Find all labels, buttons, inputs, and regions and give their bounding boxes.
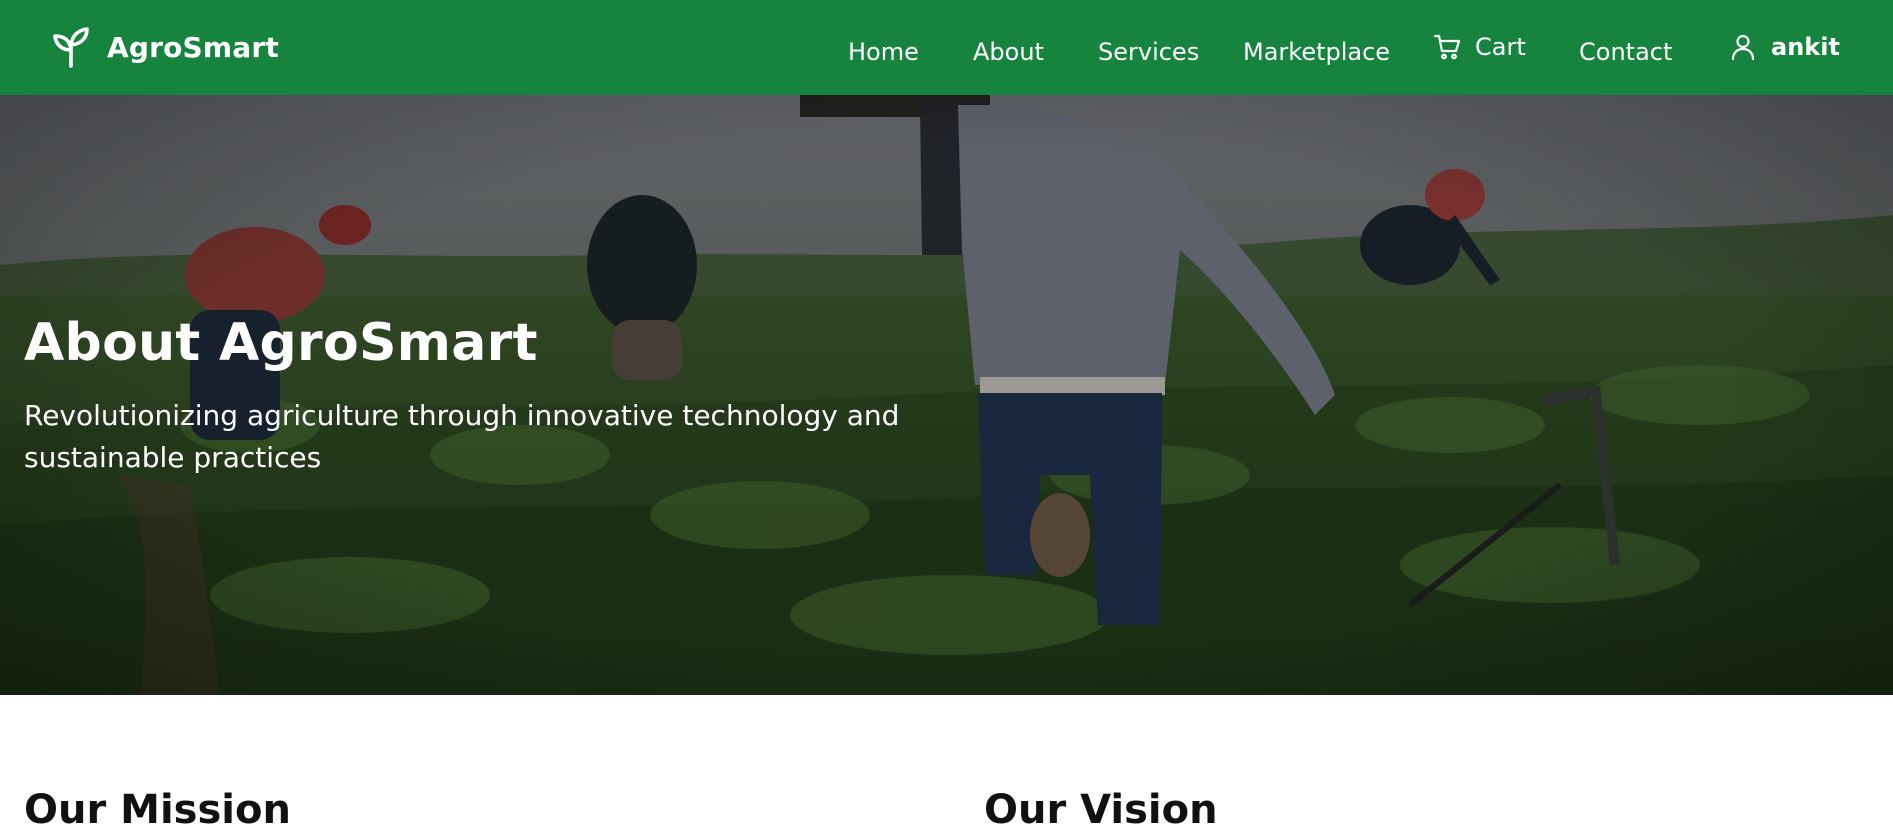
brand-logo-link[interactable]: AgroSmart bbox=[52, 26, 279, 68]
hero-banner: About AgroSmart Revolutionizing agricult… bbox=[0, 95, 1893, 695]
navbar: AgroSmart Home About Services Marketplac… bbox=[0, 0, 1893, 95]
cart-icon bbox=[1433, 34, 1461, 60]
nav-contact-link[interactable]: Contact bbox=[1579, 40, 1672, 64]
mission-heading: Our Mission bbox=[24, 787, 291, 833]
user-icon bbox=[1731, 34, 1755, 61]
sprout-icon bbox=[53, 27, 89, 68]
nav-marketplace-link[interactable]: Marketplace bbox=[1243, 40, 1390, 64]
nav-services-link[interactable]: Services bbox=[1098, 40, 1199, 64]
user-name: ankit bbox=[1771, 33, 1840, 61]
nav-cart-link[interactable]: Cart bbox=[1433, 33, 1526, 61]
nav-about-link[interactable]: About bbox=[973, 40, 1044, 64]
nav-user-link[interactable]: ankit bbox=[1729, 33, 1840, 61]
nav-home-link[interactable]: Home bbox=[848, 40, 919, 64]
hero-subtitle: Revolutionizing agriculture through inno… bbox=[24, 399, 900, 474]
nav-cart-label: Cart bbox=[1475, 33, 1526, 61]
brand-name: AgroSmart bbox=[107, 30, 279, 64]
vision-heading: Our Vision bbox=[984, 787, 1218, 833]
hero-title: About AgroSmart bbox=[24, 313, 538, 373]
